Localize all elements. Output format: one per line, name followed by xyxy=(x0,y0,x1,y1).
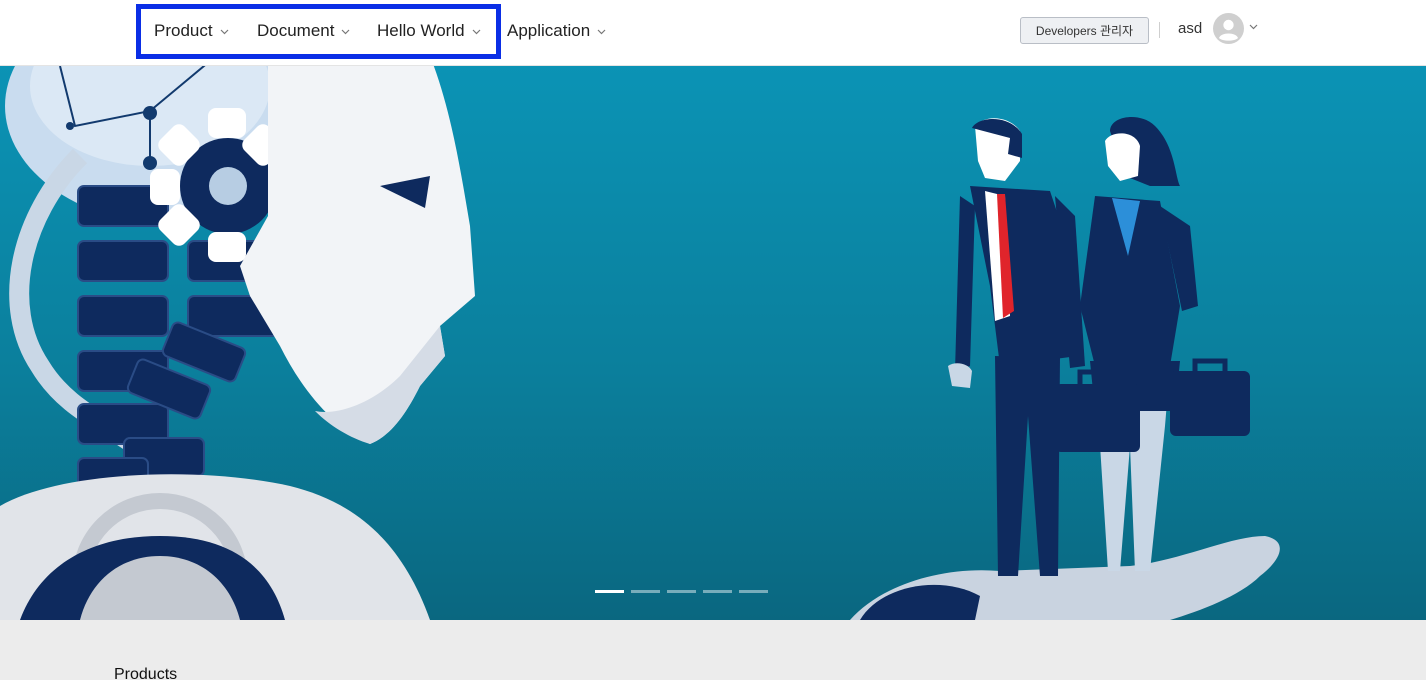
nav-item-product[interactable]: Product xyxy=(154,0,229,62)
hero-carousel[interactable] xyxy=(0,66,1426,620)
nav-label: Hello World xyxy=(377,21,465,40)
carousel-dot-5[interactable] xyxy=(739,590,768,593)
developers-admin-button[interactable]: Developers 관리자 xyxy=(1020,17,1149,44)
chevron-down-icon xyxy=(472,29,480,35)
carousel-dot-4[interactable] xyxy=(703,590,732,593)
header-divider xyxy=(1159,22,1160,38)
chevron-down-icon xyxy=(220,29,229,35)
nav-item-application[interactable]: Application xyxy=(507,0,606,62)
nav-item-document[interactable]: Document xyxy=(257,0,350,62)
carousel-dot-2[interactable] xyxy=(631,590,660,593)
carousel-dot-3[interactable] xyxy=(667,590,696,593)
nav-label: Application xyxy=(507,21,591,40)
carousel-indicators xyxy=(595,590,768,593)
businesswoman-figure xyxy=(1055,116,1250,571)
user-avatar-icon[interactable] xyxy=(1213,13,1244,44)
nav-item-hello-world[interactable]: Hello World xyxy=(377,0,481,62)
products-section: Products xyxy=(0,620,1426,683)
username-label: asd xyxy=(1178,20,1203,37)
chevron-down-icon xyxy=(342,29,350,35)
robot-face xyxy=(240,66,475,444)
nav-label: Document xyxy=(257,21,335,40)
chevron-down-icon[interactable] xyxy=(1249,24,1258,30)
businessman-figure xyxy=(948,118,1085,576)
hero-illustration xyxy=(0,66,1280,620)
section-title: Products xyxy=(114,666,178,683)
top-header: Product Document Hello World Application… xyxy=(0,0,1426,66)
nav-label: Product xyxy=(154,21,213,40)
chevron-down-icon xyxy=(597,29,606,35)
carousel-dot-1[interactable] xyxy=(595,590,624,593)
